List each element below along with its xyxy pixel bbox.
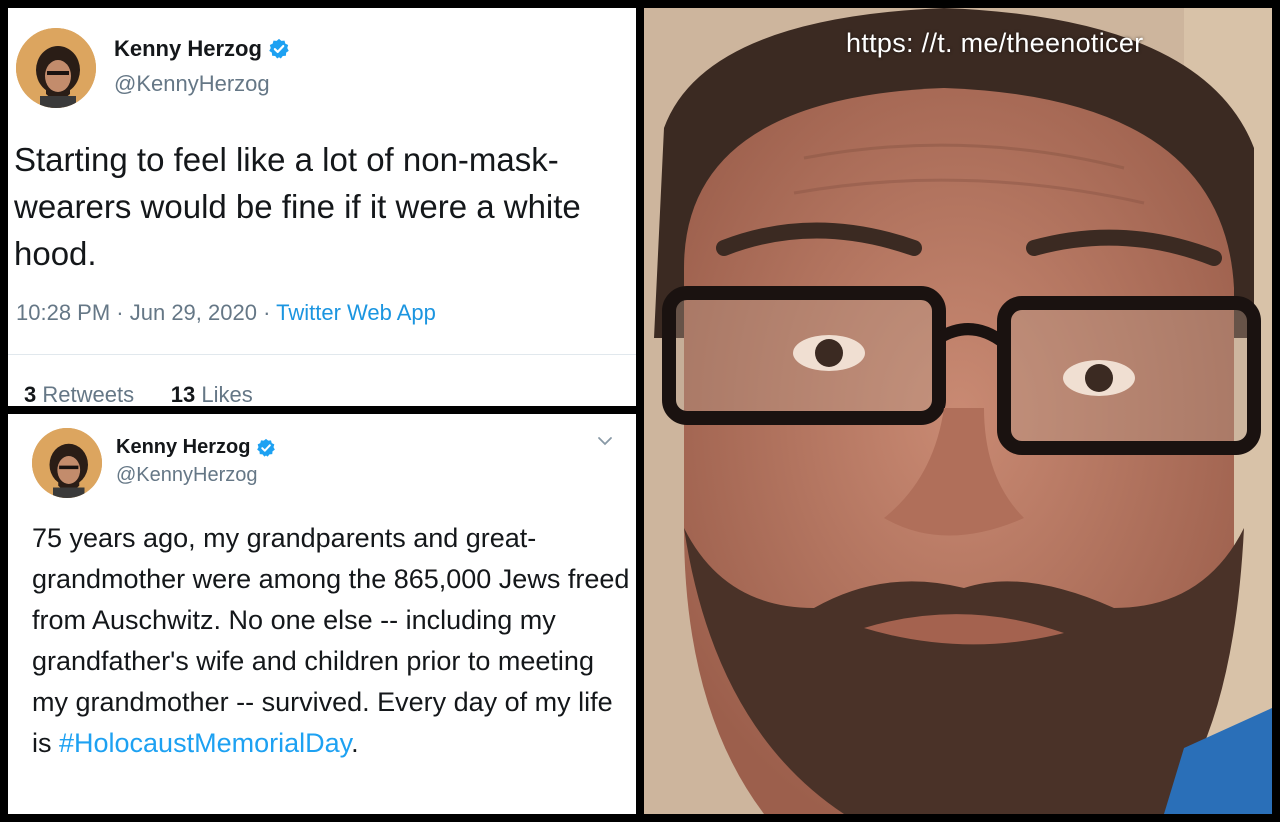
- tweet-date[interactable]: Jun 29, 2020: [130, 300, 257, 325]
- user-handle[interactable]: @KennyHerzog: [116, 464, 257, 487]
- tweet-card-top: Kenny Herzog @KennyHerzog Starting to fe…: [8, 8, 636, 406]
- tweet-text-body: 75 years ago, my grandparents and great-…: [32, 523, 630, 758]
- portrait-illustration: [644, 8, 1272, 814]
- portrait-photo: https: //t. me/theenoticer: [644, 8, 1272, 814]
- divider: [8, 354, 636, 355]
- retweets-label: Retweets: [42, 382, 135, 406]
- tweet-text: 75 years ago, my grandparents and great-…: [32, 518, 632, 764]
- avatar[interactable]: [16, 28, 96, 108]
- tweet-text-end: .: [351, 728, 359, 758]
- tweet-meta: 10:28 PM · Jun 29, 2020 · Twitter Web Ap…: [16, 300, 436, 326]
- retweets-stat[interactable]: 3 Retweets: [24, 382, 134, 406]
- display-name-text: Kenny Herzog: [114, 36, 262, 61]
- hashtag-link[interactable]: #HolocaustMemorialDay: [59, 728, 351, 758]
- avatar-image: [32, 428, 102, 498]
- user-handle[interactable]: @KennyHerzog: [114, 71, 270, 97]
- likes-count: 13: [170, 382, 196, 406]
- watermark-link: https: //t. me/theenoticer: [846, 28, 1144, 58]
- meta-separator: ·: [256, 300, 277, 325]
- tweet-time[interactable]: 10:28 PM: [16, 300, 110, 325]
- likes-stat[interactable]: 13 Likes: [171, 382, 253, 406]
- retweets-count: 3: [24, 382, 37, 406]
- display-name[interactable]: Kenny Herzog: [116, 436, 276, 459]
- verified-badge-icon: [269, 38, 289, 59]
- tweet-text: Starting to feel like a lot of non-mask-…: [14, 141, 581, 272]
- avatar[interactable]: [32, 428, 102, 498]
- chevron-down-icon[interactable]: [596, 434, 614, 448]
- likes-label: Likes: [201, 382, 253, 406]
- display-name[interactable]: Kenny Herzog: [114, 36, 290, 62]
- display-name-text: Kenny Herzog: [116, 436, 251, 458]
- tweet-source-link[interactable]: Twitter Web App: [276, 300, 436, 325]
- meta-separator: ·: [110, 300, 130, 325]
- verified-badge-icon: [257, 438, 276, 457]
- avatar-image: [16, 28, 96, 108]
- engagement-stats: 3 Retweets 13 Likes: [24, 382, 253, 406]
- tweet-card-bottom: Kenny Herzog @KennyHerzog 75 years ago, …: [8, 414, 636, 814]
